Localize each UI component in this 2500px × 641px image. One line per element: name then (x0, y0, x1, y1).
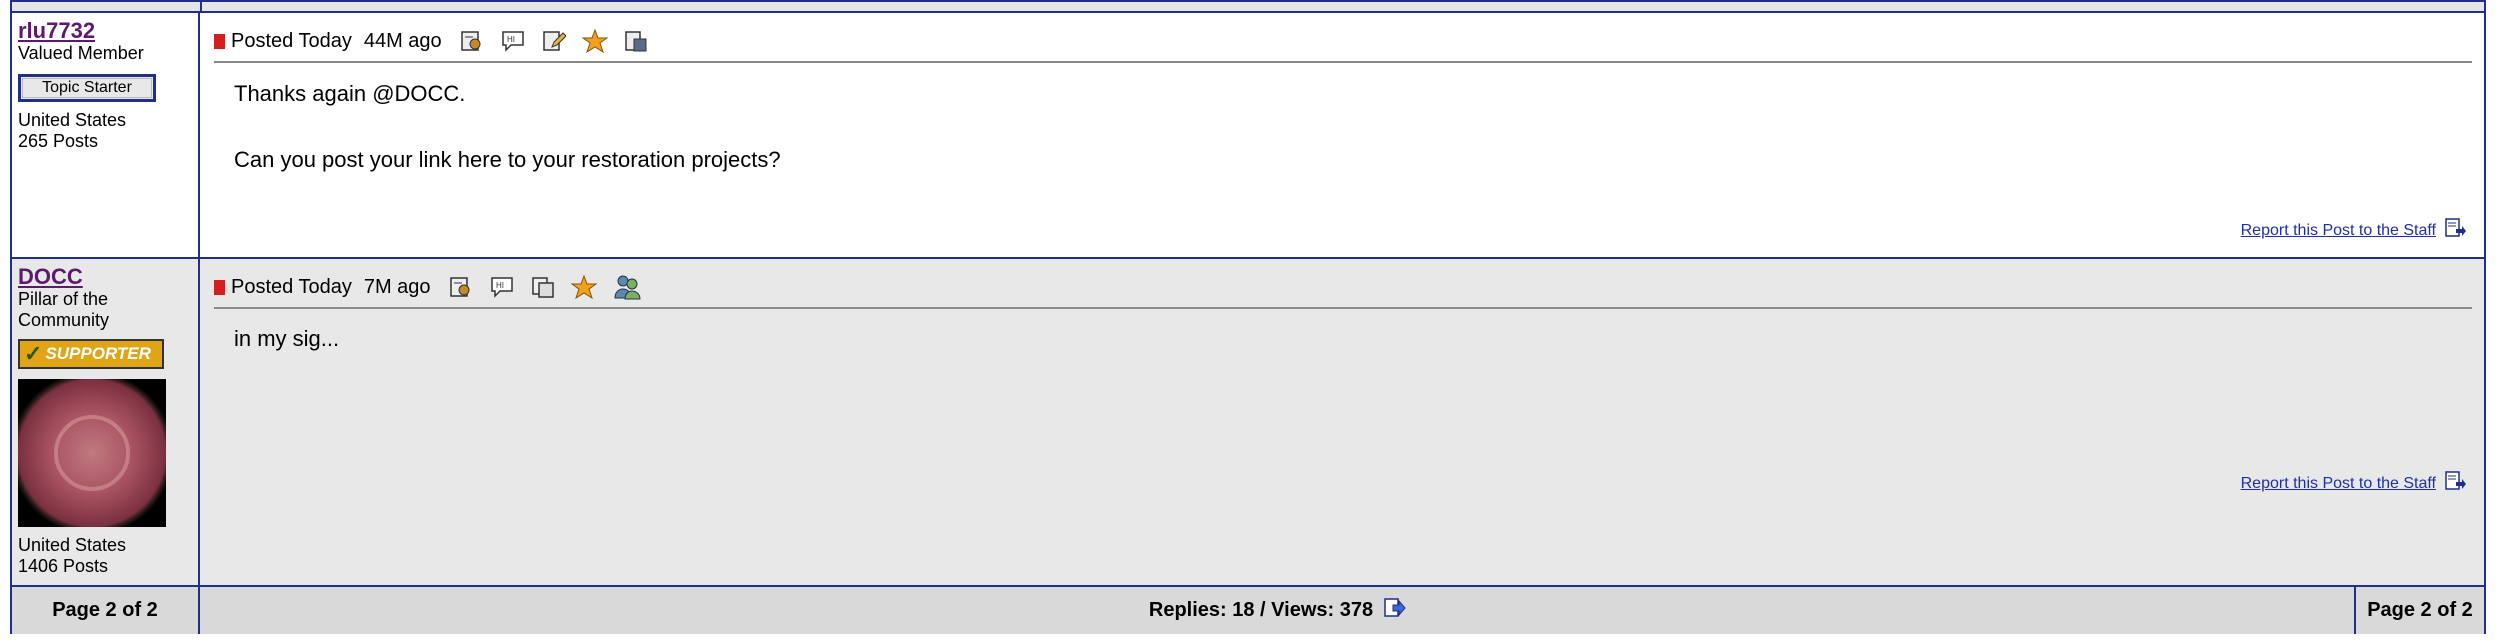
quote-icon[interactable]: HI (500, 29, 526, 53)
posted-ago: 44M ago (363, 29, 442, 52)
post-row: DOCC Pillar of the Community ✓ SUPPORTER… (12, 259, 2484, 587)
posted-label: Posted Today (231, 275, 352, 298)
table-top-strip (12, 2, 2484, 13)
copy-icon[interactable] (531, 275, 555, 299)
author-post-count: 1406 Posts (18, 556, 109, 576)
author-title: Valued Member (18, 43, 144, 63)
post-text-line: Can you post your link here to your rest… (234, 147, 781, 172)
post-marker-icon (214, 33, 225, 49)
buddy-icon[interactable] (613, 274, 641, 300)
checkmark-icon: ✓ (24, 341, 43, 366)
post-actions: HI (449, 274, 641, 300)
post-text-line: in my sig... (234, 326, 340, 351)
post-content: Posted Today 44M ago HI Thanks again @DO… (202, 13, 2484, 257)
quote-icon[interactable]: HI (489, 275, 515, 299)
page-indicator-left: Page 2 of 2 (12, 587, 200, 634)
post-actions: HI (460, 29, 648, 53)
report-icon[interactable] (2444, 217, 2466, 244)
author-post-count: 265 Posts (18, 131, 99, 151)
post-header: Posted Today 7M ago HI (214, 267, 2472, 309)
author-username[interactable]: rlu7732 (18, 19, 192, 43)
post-content: Posted Today 7M ago HI in my sig... Repo… (202, 259, 2484, 585)
report-post-link[interactable]: Report this Post to the Staff (2241, 222, 2436, 240)
thread-table: rlu7732 Valued Member Topic Starter Unit… (10, 0, 2486, 634)
report-post-link[interactable]: Report this Post to the Staff (2241, 475, 2436, 493)
report-icon[interactable] (2444, 470, 2466, 497)
report-post: Report this Post to the Staff (2241, 217, 2466, 244)
post-text-line: Thanks again @DOCC. (234, 81, 466, 106)
thread-footer: Page 2 of 2 Replies: 18 / Views: 378 Pag… (12, 587, 2484, 634)
author-title: Pillar of the Community (18, 289, 110, 330)
svg-text:HI: HI (507, 35, 515, 44)
page-indicator-right: Page 2 of 2 (2354, 587, 2484, 634)
author-country: United States (18, 110, 127, 130)
replies-views: Replies: 18 / Views: 378 (1148, 599, 1374, 621)
report-post: Report this Post to the Staff (2241, 470, 2466, 497)
author-username[interactable]: DOCC (18, 265, 192, 289)
post-body: Thanks again @DOCC. Can you post your li… (234, 77, 781, 176)
avatar (18, 379, 166, 527)
star-icon[interactable] (581, 29, 608, 53)
posted-ago: 7M ago (363, 275, 431, 298)
thread-stats: Replies: 18 / Views: 378 (202, 587, 2354, 634)
supporter-badge-label: SUPPORTER (45, 344, 151, 363)
edit-icon[interactable] (542, 29, 566, 53)
supporter-badge: ✓ SUPPORTER (18, 339, 164, 369)
post-row: rlu7732 Valued Member Topic Starter Unit… (12, 13, 2484, 259)
delete-icon[interactable] (624, 29, 648, 53)
profile-icon[interactable] (460, 29, 484, 53)
posted-label: Posted Today (231, 29, 352, 52)
star-icon[interactable] (570, 275, 597, 299)
next-topic-icon[interactable] (1383, 597, 1407, 625)
author-country: United States (18, 535, 127, 555)
svg-text:HI: HI (496, 281, 504, 290)
post-body: in my sig... (234, 322, 339, 355)
author-panel: rlu7732 Valued Member Topic Starter Unit… (12, 13, 200, 257)
post-header: Posted Today 44M ago HI (214, 21, 2472, 63)
author-panel: DOCC Pillar of the Community ✓ SUPPORTER… (12, 259, 200, 585)
post-marker-icon (214, 279, 225, 295)
topic-starter-badge: Topic Starter (18, 74, 156, 102)
profile-icon[interactable] (449, 275, 473, 299)
